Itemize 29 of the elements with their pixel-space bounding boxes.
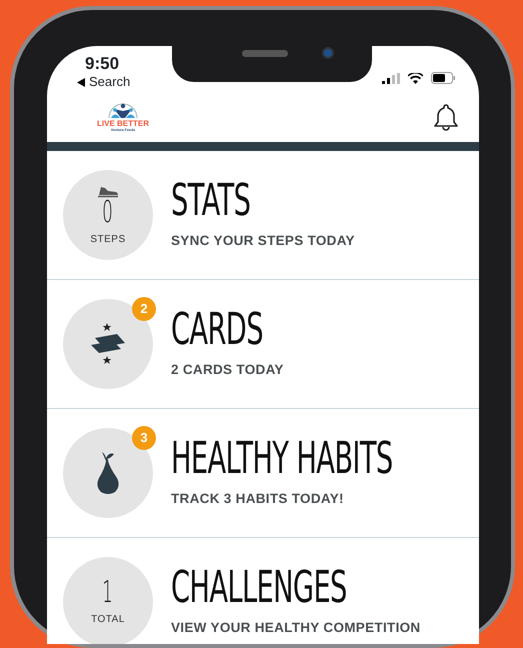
wifi-icon xyxy=(408,72,423,84)
speaker-grille xyxy=(242,50,288,57)
back-arrow-icon xyxy=(77,78,85,86)
tile-title: HEALTHY HABITS xyxy=(171,436,393,481)
count-value: 0 xyxy=(102,198,114,228)
tile-subtitle: SYNC YOUR STEPS TODAY xyxy=(171,232,355,250)
tile-subtitle: 2 CARDS TODAY xyxy=(171,360,285,379)
tile-subtitle: TRACK 3 HABITS TODAY! xyxy=(171,490,345,508)
count-badge: 3 xyxy=(132,426,156,450)
count-badge: 2 xyxy=(132,297,156,321)
count-value: 1 xyxy=(102,578,114,608)
tile-subtitle: VIEW YOUR HEALTHY COMPETITION xyxy=(171,618,422,637)
notification-bell-icon[interactable] xyxy=(433,103,459,131)
tile-title: CARDS xyxy=(171,308,263,352)
tile-row[interactable]: 1 TOTAL CHALLENGES VIEW YOUR HEALTHY COMPETITION xyxy=(47,538,479,644)
battery-icon xyxy=(431,72,455,84)
tile-row[interactable]: 0 STEPS STATS SYNC YOUR STEPS TODAY xyxy=(47,151,479,280)
camera-lens xyxy=(322,47,334,59)
tile-title: STATS xyxy=(171,178,250,223)
status-time: 9:50 xyxy=(85,54,120,74)
tile-title: CHALLENGES xyxy=(171,566,347,610)
logo-figures-drawing xyxy=(106,102,140,119)
tile-row[interactable]: 2 CARDS 2 CARDS TODAY xyxy=(47,280,479,409)
logo-text: LIVE BETTER xyxy=(97,119,150,128)
signal-icon xyxy=(382,72,400,84)
back-link[interactable]: Search xyxy=(89,74,130,90)
tile-row[interactable]: 3 HEALTHY HABITS TRACK 3 HABITS TODAY! xyxy=(47,409,479,538)
count-unit: STEPS xyxy=(90,232,126,246)
count-unit: TOTAL xyxy=(91,612,125,626)
